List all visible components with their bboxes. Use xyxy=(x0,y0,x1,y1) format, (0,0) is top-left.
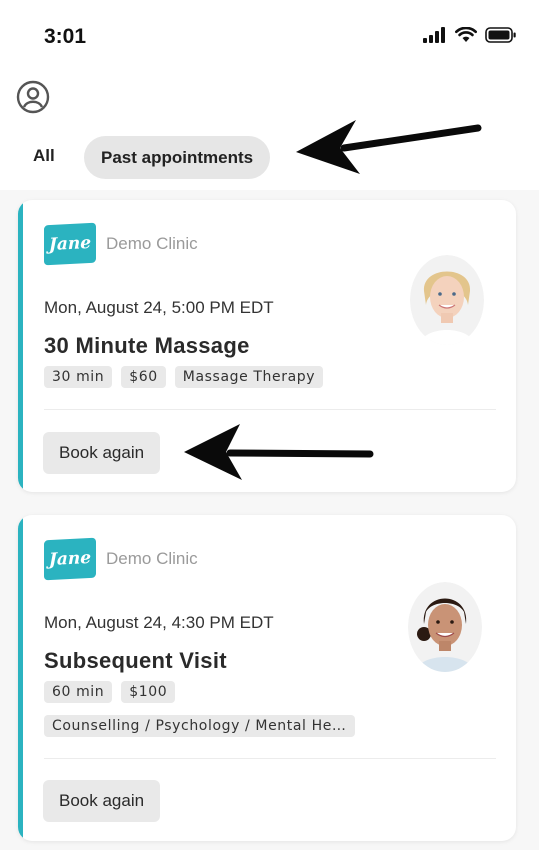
book-again-label: Book again xyxy=(59,791,145,810)
profile-icon[interactable] xyxy=(16,80,50,114)
battery-icon xyxy=(485,27,516,43)
status-bar: 3:01 xyxy=(0,0,539,70)
clinic-name: Demo Clinic xyxy=(106,234,198,253)
jane-logo: Jane xyxy=(44,537,96,581)
appointment-title: 30 Minute Massage xyxy=(44,333,250,358)
appointment-datetime: Mon, August 24, 5:00 PM EDT xyxy=(44,298,274,317)
clinic-header: Jane Demo Clinic xyxy=(44,222,198,266)
jane-logo: Jane xyxy=(44,222,96,266)
book-again-button[interactable]: Book again xyxy=(43,780,161,822)
divider xyxy=(44,758,496,759)
tab-past-appointments[interactable]: Past appointments xyxy=(84,136,271,179)
divider xyxy=(44,409,496,410)
tag-duration: 30 min xyxy=(44,366,113,388)
practitioner-avatar xyxy=(410,255,484,345)
clinic-name: Demo Clinic xyxy=(106,549,198,568)
tag-discipline: Massage Therapy xyxy=(174,366,324,388)
signal-icon xyxy=(423,27,445,43)
status-time: 3:01 xyxy=(44,25,87,48)
appointment-tags: 60 min $100 xyxy=(44,681,176,703)
book-again-label: Book again xyxy=(59,443,145,462)
tag-duration: 60 min xyxy=(44,681,113,703)
appointment-datetime: Mon, August 24, 4:30 PM EDT xyxy=(44,613,274,632)
arrow-icon xyxy=(184,424,374,480)
wifi-icon xyxy=(455,27,477,42)
practitioner-avatar xyxy=(408,582,482,672)
arrow-icon xyxy=(296,120,482,174)
tag-price: $60 xyxy=(121,366,166,388)
jane-logo-text: Jane xyxy=(48,232,92,256)
status-icons xyxy=(423,27,517,43)
appointment-tags-row-2: Counselling / Psychology / Mental He… xyxy=(44,715,355,737)
tag-discipline: Counselling / Psychology / Mental He… xyxy=(44,715,355,737)
appointment-title: Subsequent Visit xyxy=(44,648,227,673)
clinic-header: Jane Demo Clinic xyxy=(44,537,198,581)
jane-logo-text: Jane xyxy=(48,547,92,571)
appointment-tags: 30 min $60 Massage Therapy xyxy=(44,366,324,388)
appointment-card: Jane Demo Clinic Mon, August 24, 4:30 PM… xyxy=(18,515,516,841)
tab-all[interactable]: All xyxy=(33,146,55,166)
book-again-button[interactable]: Book again xyxy=(43,432,161,474)
tag-price: $100 xyxy=(121,681,176,703)
tab-past-appointments-label: Past appointments xyxy=(101,147,254,167)
